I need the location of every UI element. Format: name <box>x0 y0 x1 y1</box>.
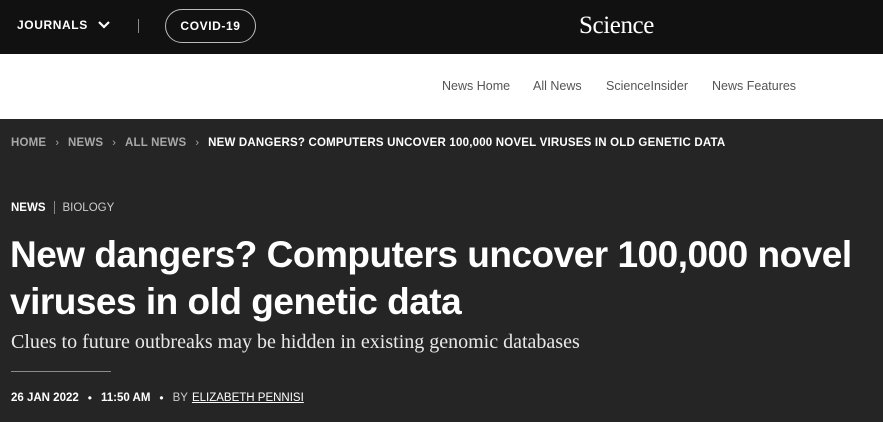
bullet-separator: • <box>87 391 92 405</box>
nav-news-features[interactable]: News Features <box>712 79 796 93</box>
article-tags: NEWS BIOLOGY <box>11 201 114 214</box>
chevron-right-icon: › <box>55 137 59 149</box>
breadcrumb-all-news[interactable]: ALL NEWS <box>125 137 186 149</box>
science-logo[interactable]: Science <box>579 12 654 40</box>
top-bar: JOURNALS COVID-19 Science <box>0 0 883 54</box>
byline-rule <box>11 371 111 372</box>
tag-divider <box>53 201 55 214</box>
byline-prefix: BY <box>172 392 188 404</box>
chevron-right-icon: › <box>112 137 116 149</box>
nav-news-home[interactable]: News Home <box>442 79 510 93</box>
publish-time: 11:50 AM <box>100 392 151 404</box>
chevron-down-icon <box>98 21 110 29</box>
author-link[interactable]: ELIZABETH PENNISI <box>192 392 304 404</box>
section-tag[interactable]: NEWS <box>11 202 46 214</box>
journals-label: JOURNALS <box>17 18 88 32</box>
article-header: HOME › NEWS › ALL NEWS › NEW DANGERS? CO… <box>0 119 883 422</box>
bullet-separator: • <box>159 391 164 405</box>
breadcrumb: HOME › NEWS › ALL NEWS › NEW DANGERS? CO… <box>11 137 725 149</box>
article-dek: Clues to future outbreaks may be hidden … <box>11 331 580 353</box>
publish-date: 26 JAN 2022 <box>11 392 79 404</box>
news-subnav: News Home All News ScienceInsider News F… <box>0 54 883 119</box>
headline-line-2: viruses in old genetic data <box>10 281 462 322</box>
breadcrumb-home[interactable]: HOME <box>11 137 46 149</box>
journals-menu-button[interactable]: JOURNALS <box>17 18 111 32</box>
breadcrumb-news[interactable]: NEWS <box>68 137 103 149</box>
article-headline: New dangers? Computers uncover 100,000 n… <box>10 231 875 325</box>
nav-scienceinsider[interactable]: ScienceInsider <box>606 79 688 93</box>
nav-all-news[interactable]: All News <box>533 79 582 93</box>
covid-19-button[interactable]: COVID-19 <box>165 9 256 43</box>
headline-line-1: New dangers? Computers uncover 100,000 n… <box>10 234 852 275</box>
topbar-divider <box>138 19 139 33</box>
topic-tag[interactable]: BIOLOGY <box>63 202 115 214</box>
chevron-right-icon: › <box>195 137 200 149</box>
breadcrumb-current: NEW DANGERS? COMPUTERS UNCOVER 100,000 N… <box>208 137 726 149</box>
byline: 26 JAN 2022 • 11:50 AM • BY ELIZABETH PE… <box>11 391 304 405</box>
